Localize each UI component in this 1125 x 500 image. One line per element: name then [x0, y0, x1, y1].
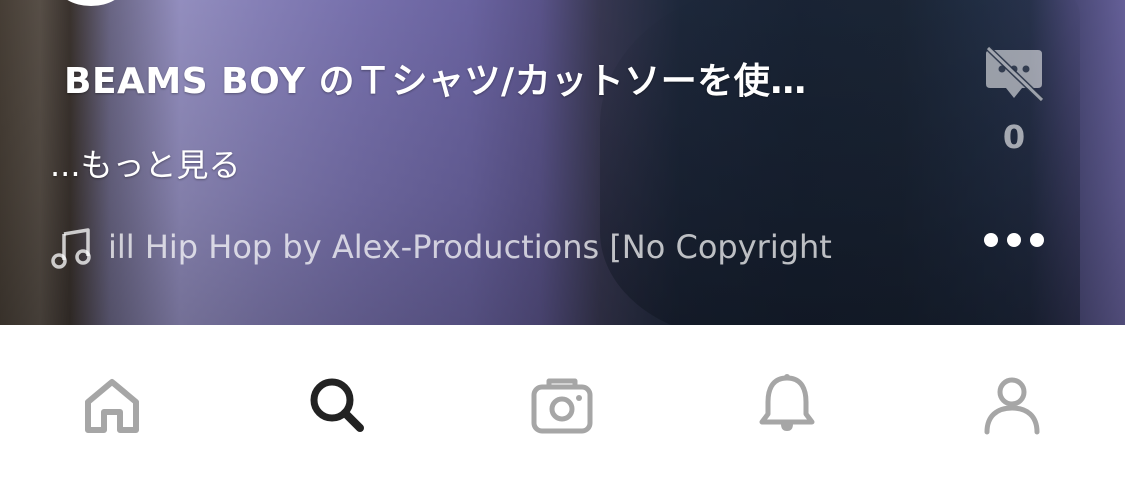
- bottom-tab-bar: [0, 325, 1125, 500]
- more-options-button[interactable]: [984, 228, 1044, 252]
- tab-search[interactable]: [297, 365, 377, 445]
- more-dots-icon: [1007, 233, 1021, 247]
- search-icon: [310, 378, 364, 432]
- tab-profile[interactable]: [972, 365, 1052, 445]
- comment-disabled-icon[interactable]: [982, 44, 1046, 108]
- camera-icon: [531, 378, 593, 434]
- music-note-icon: [51, 228, 91, 269]
- music-track-label[interactable]: ill Hip Hop by Alex-Productions [No Copy…: [108, 228, 883, 266]
- see-more-link[interactable]: ...もっと見る: [50, 140, 241, 186]
- tab-notifications[interactable]: [747, 365, 827, 445]
- person-icon: [984, 377, 1040, 435]
- comment-count: 0: [1002, 118, 1026, 156]
- bell-icon: [759, 374, 815, 431]
- video-player[interactable]: BEAMS BOY のＴシャツ/カットソーを使… ...もっと見る ill Hi…: [0, 0, 1125, 325]
- home-icon: [85, 379, 139, 433]
- tab-camera[interactable]: [522, 365, 602, 445]
- post-title: BEAMS BOY のＴシャツ/カットソーを使…: [64, 61, 807, 102]
- more-dots-icon: [984, 233, 998, 247]
- more-dots-icon: [1030, 233, 1044, 247]
- tab-home[interactable]: [72, 365, 152, 445]
